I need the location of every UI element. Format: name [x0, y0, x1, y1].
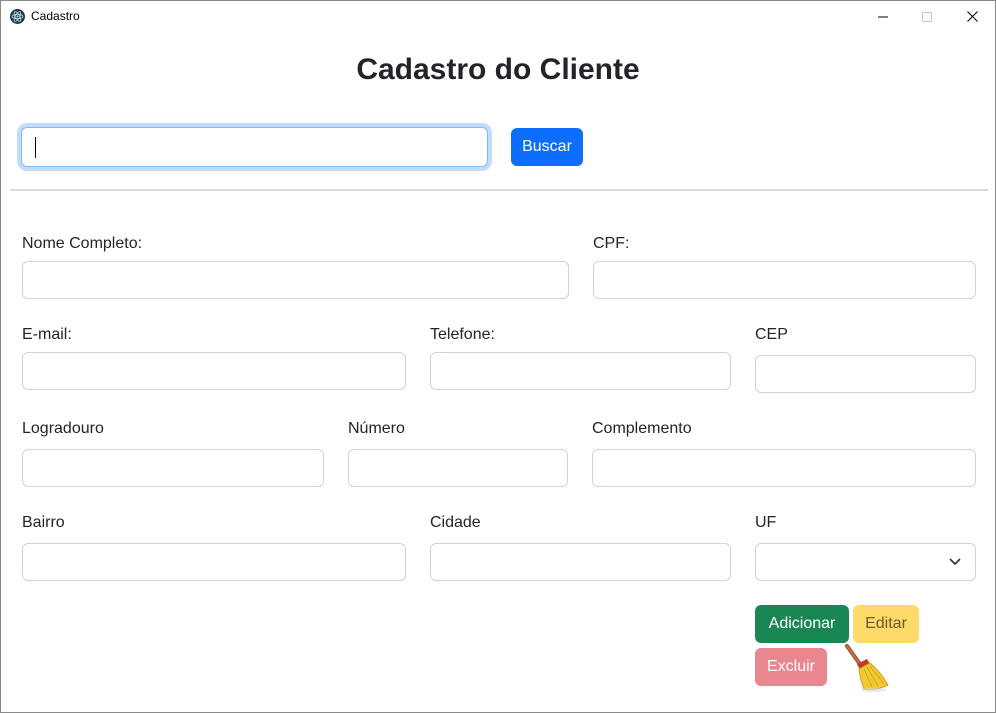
close-button[interactable] [949, 1, 995, 32]
bairro-label: Bairro [22, 514, 65, 531]
email-field[interactable] [22, 352, 406, 390]
title-bar[interactable]: Cadastro [1, 1, 995, 32]
numero-field[interactable] [348, 449, 568, 487]
edit-button[interactable]: Editar [853, 605, 919, 643]
minimize-button[interactable] [860, 1, 906, 32]
cidade-label: Cidade [430, 514, 481, 531]
minimize-icon [878, 16, 888, 17]
search-button[interactable]: Buscar [511, 128, 583, 166]
cpf-field[interactable] [593, 261, 976, 299]
delete-button[interactable]: Excluir [755, 648, 827, 686]
complemento-label: Complemento [592, 420, 692, 437]
email-label: E-mail: [22, 326, 72, 343]
bairro-field[interactable] [22, 543, 406, 581]
logradouro-field[interactable] [22, 449, 324, 487]
maximize-icon [922, 11, 932, 22]
uf-select[interactable] [755, 543, 976, 581]
divider [10, 189, 988, 191]
text-caret [35, 137, 36, 158]
nome-field[interactable] [22, 261, 569, 299]
telefone-label: Telefone: [430, 326, 495, 343]
window-title: Cadastro [31, 9, 80, 23]
cep-label: CEP [755, 326, 788, 343]
add-button[interactable]: Adicionar [755, 605, 849, 643]
logradouro-label: Logradouro [22, 420, 104, 437]
cpf-label: CPF: [593, 235, 630, 252]
numero-label: Número [348, 420, 405, 437]
cep-field[interactable] [755, 355, 976, 393]
chevron-down-icon [949, 558, 961, 565]
maximize-button[interactable] [904, 1, 950, 32]
broom-icon[interactable] [840, 641, 892, 693]
electron-atom-icon [10, 9, 25, 24]
cidade-field[interactable] [430, 543, 731, 581]
telefone-field[interactable] [430, 352, 731, 390]
search-input[interactable] [21, 127, 488, 167]
nome-label: Nome Completo: [22, 235, 143, 252]
page-title: Cadastro do Cliente [356, 53, 640, 86]
complemento-field[interactable] [592, 449, 976, 487]
close-icon [966, 11, 978, 22]
app-window: Cadastro Cadastro do Cliente Buscar Nome… [0, 0, 996, 713]
uf-label: UF [755, 514, 777, 531]
